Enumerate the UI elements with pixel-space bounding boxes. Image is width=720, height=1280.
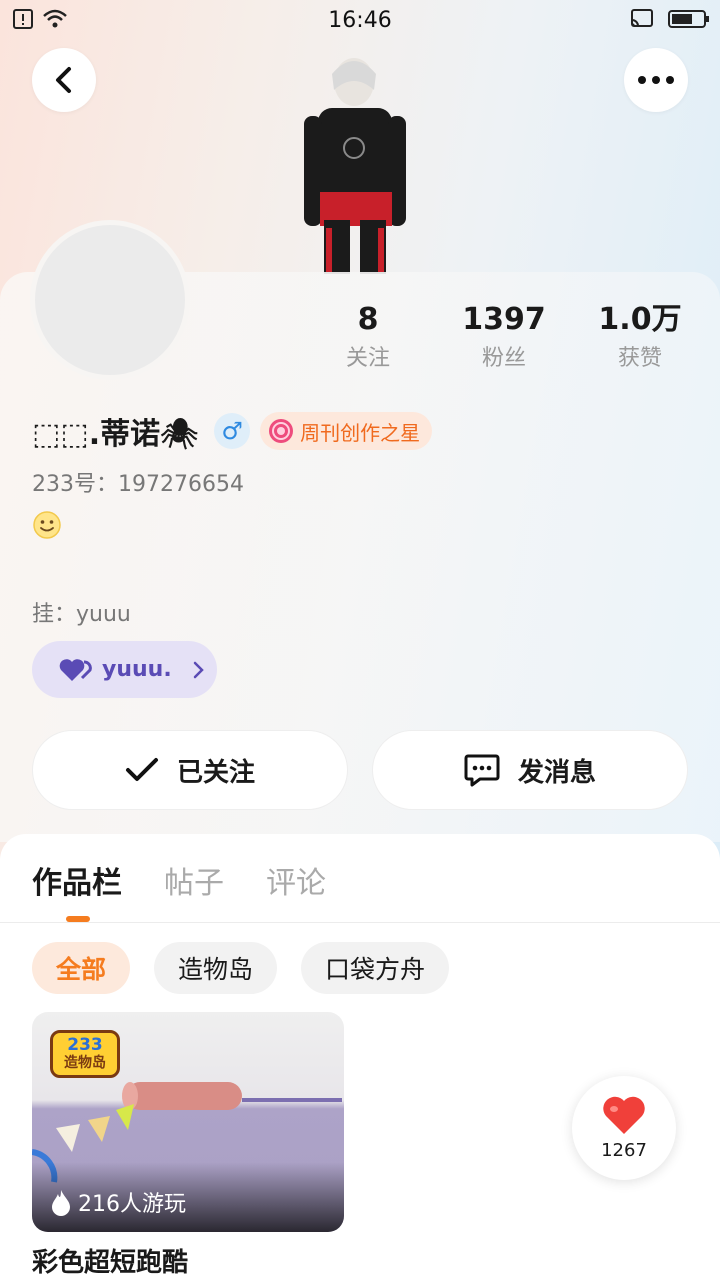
chip-all[interactable]: 全部: [32, 942, 131, 994]
stat-likes[interactable]: 1.0万 获赞: [572, 300, 708, 378]
creator-star-badge[interactable]: 周刊创作之星: [260, 412, 433, 450]
chip-pocket-ark[interactable]: 口袋方舟: [301, 942, 450, 994]
like-button[interactable]: 1267: [572, 1076, 676, 1180]
stat-label: 粉丝: [481, 346, 526, 371]
play-count-text: 216人游玩: [78, 1192, 186, 1217]
flame-icon: [52, 1190, 70, 1216]
tab-comments[interactable]: 评论: [266, 858, 326, 918]
bio-emoji-icon: [32, 510, 62, 544]
guild-chip-label: yuuu.: [102, 657, 172, 682]
game-card[interactable]: 233 造物岛 216人游玩: [32, 1012, 344, 1232]
notification-alert-icon: [13, 9, 33, 29]
send-message-label: 发消息: [517, 757, 596, 788]
back-arrow-icon: [56, 67, 71, 93]
logo-bottom: 造物岛: [64, 1055, 106, 1071]
profile-tabs: 作品栏 帖子 评论: [32, 858, 326, 918]
user-name: ⬚⬚.蒂诺🕷: [32, 417, 199, 452]
guild-text: 挂：yuuu: [32, 602, 131, 627]
heart-pair-icon: [59, 658, 92, 681]
medal-icon: [269, 419, 294, 443]
guild-chip[interactable]: yuuu.: [32, 641, 217, 698]
more-options-button[interactable]: [624, 48, 688, 112]
logo-top: 233: [67, 1035, 103, 1055]
play-count: 216人游玩: [50, 1186, 186, 1218]
wifi-icon: [43, 9, 67, 28]
badge-label: 周刊创作之星: [300, 420, 421, 445]
stat-label: 关注: [345, 346, 390, 371]
heart-icon: [603, 1096, 645, 1134]
tab-works[interactable]: 作品栏: [32, 858, 122, 918]
user-id: 233号：197276654: [32, 472, 244, 497]
cast-icon: [631, 9, 653, 27]
stat-followers[interactable]: 1397 粉丝: [436, 300, 572, 378]
chat-bubble-icon: [464, 754, 500, 787]
more-dots-icon: [638, 76, 674, 84]
status-icons-left: [12, 8, 68, 30]
check-icon: [125, 758, 158, 781]
tabs-divider: [0, 922, 720, 923]
following-button-label: 已关注: [176, 757, 255, 788]
profile-avatar[interactable]: [30, 220, 190, 380]
stat-value: 1397: [462, 302, 546, 337]
like-count: 1267: [601, 1139, 647, 1161]
status-icons-right: [630, 8, 710, 30]
following-button[interactable]: 已关注: [32, 730, 348, 810]
avatar-3d-figure: [304, 58, 406, 274]
stat-value: 1.0万: [598, 302, 682, 337]
status-time: 16:46: [328, 7, 392, 33]
stat-label: 获赞: [617, 346, 662, 371]
stat-value: 8: [357, 302, 379, 337]
battery-icon: [668, 10, 709, 28]
works-section: 作品栏 帖子 评论 全部 造物岛 口袋方舟 233 造物岛 216人游玩 彩色超…: [0, 834, 720, 1280]
game-title[interactable]: 彩色超短跑酷: [32, 1242, 188, 1279]
status-bar: 16:46: [0, 0, 720, 40]
island-logo: 233 造物岛: [50, 1030, 120, 1078]
chip-creation-island[interactable]: 造物岛: [154, 942, 278, 994]
send-message-button[interactable]: 发消息: [372, 730, 688, 810]
filter-chips: 全部 造物岛 口袋方舟: [32, 942, 450, 994]
male-gender-icon: ♂: [214, 413, 251, 449]
back-button[interactable]: [32, 48, 96, 112]
stat-following[interactable]: 8 关注: [300, 300, 436, 378]
tab-posts[interactable]: 帖子: [164, 858, 224, 918]
name-row: ⬚⬚.蒂诺🕷 ♂ 周刊创作之星: [32, 408, 433, 454]
chevron-right-icon: [193, 661, 204, 678]
profile-stats: 8 关注 1397 粉丝 1.0万 获赞: [300, 300, 710, 378]
